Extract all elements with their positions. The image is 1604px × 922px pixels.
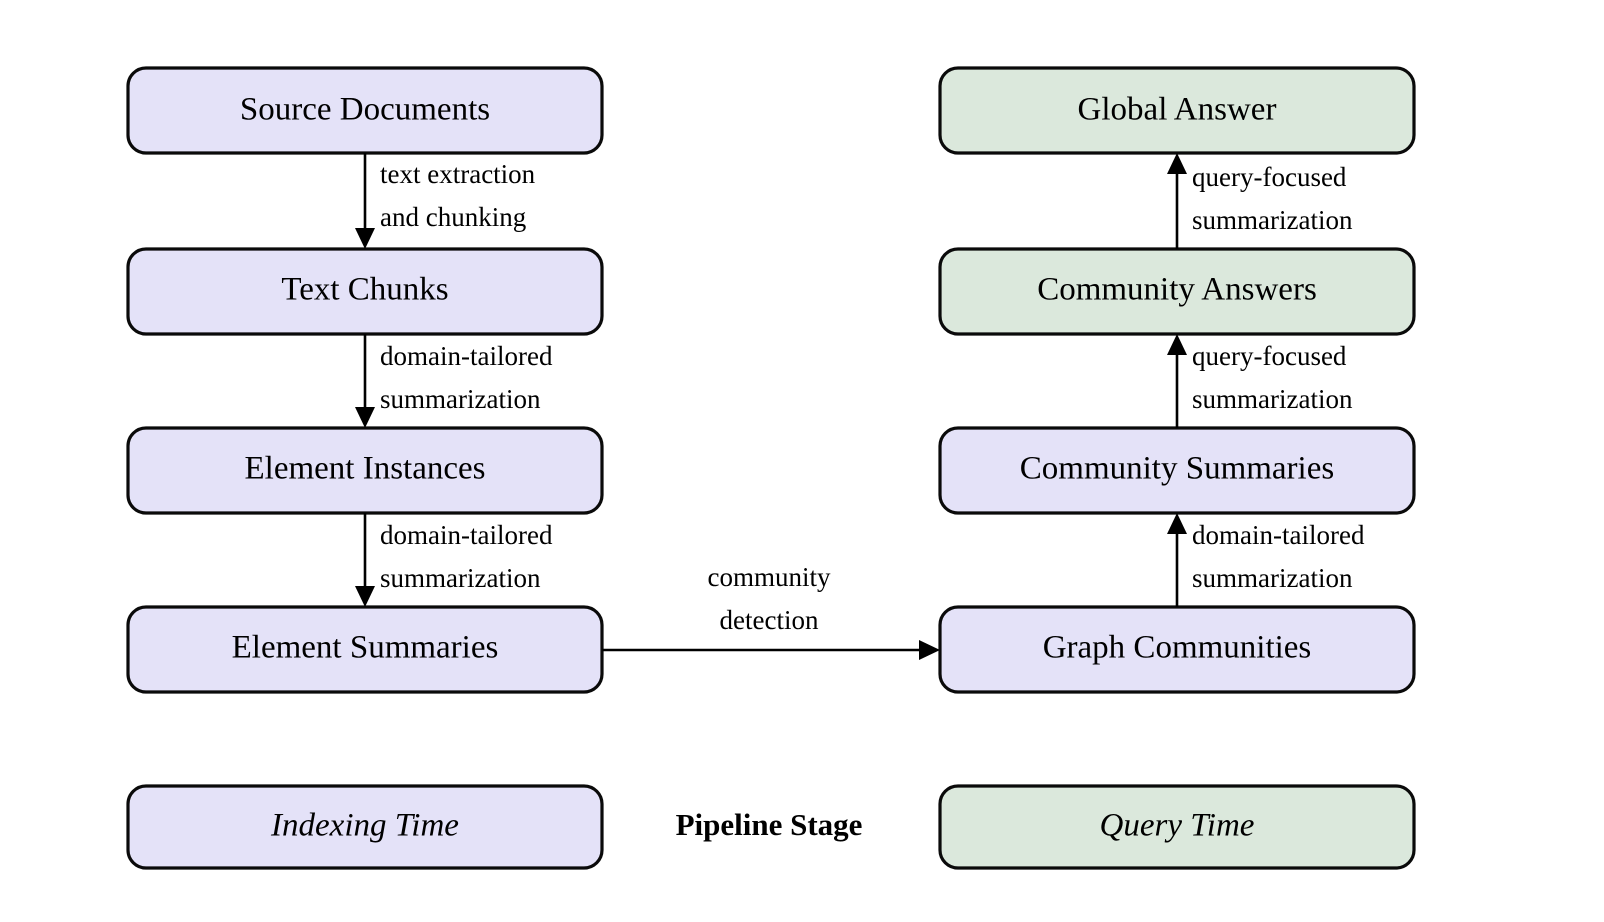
edge-query-summarization-1-label-line1: query-focused [1192, 162, 1347, 192]
edge-domain-summarization-2-label-line1: domain-tailored [380, 520, 553, 550]
edge-domain-summarization-3-label-line1: domain-tailored [1192, 520, 1365, 550]
node-element-summaries-label: Element Summaries [232, 630, 499, 666]
edge-query-summarization-2-label-line1: query-focused [1192, 341, 1347, 371]
edge-query-summarization-2: query-focused summarization [1167, 334, 1353, 428]
edge-query-summarization-1-label-line2: summarization [1192, 205, 1353, 235]
node-community-answers-label: Community Answers [1037, 272, 1317, 308]
edge-text-extraction-label-line2: and chunking [380, 202, 526, 232]
node-graph-communities-label: Graph Communities [1043, 630, 1312, 666]
legend-pipeline-stage-label: Pipeline Stage [676, 807, 863, 842]
edge-community-detection-label-line1: community [708, 562, 831, 592]
edge-query-summarization-2-arrowhead [1167, 334, 1187, 355]
edge-domain-summarization-3-arrowhead [1167, 513, 1187, 534]
legend-indexing-time[interactable]: Indexing Time [126, 784, 604, 870]
edge-community-detection: community detection [602, 562, 940, 660]
legend-query-time-label: Query Time [1100, 808, 1255, 844]
edge-text-extraction: text extraction and chunking [355, 153, 536, 249]
node-global-answer-label: Global Answer [1078, 92, 1277, 128]
node-text-chunks-label: Text Chunks [281, 272, 448, 308]
node-element-summaries[interactable]: Element Summaries [126, 605, 604, 694]
node-element-instances-label: Element Instances [245, 451, 486, 487]
edge-domain-summarization-1: domain-tailored summarization [355, 334, 553, 428]
edge-domain-summarization-1-label-line2: summarization [380, 384, 541, 414]
pipeline-diagram: Source Documents Text Chunks Element Ins… [0, 0, 1604, 922]
node-graph-communities[interactable]: Graph Communities [938, 605, 1416, 694]
pipeline-diagram-canvas: Source Documents Text Chunks Element Ins… [126, 66, 1416, 870]
edge-community-detection-arrowhead [919, 640, 940, 660]
edge-domain-summarization-1-arrowhead [355, 407, 375, 428]
node-community-summaries-label: Community Summaries [1020, 451, 1334, 487]
node-element-instances[interactable]: Element Instances [126, 426, 604, 515]
edge-text-extraction-arrowhead [355, 228, 375, 249]
edge-domain-summarization-2-label-line2: summarization [380, 563, 541, 593]
edge-query-summarization-2-label-line2: summarization [1192, 384, 1353, 414]
node-source-documents[interactable]: Source Documents [126, 66, 604, 155]
edge-query-summarization-1: query-focused summarization [1167, 153, 1353, 249]
edge-domain-summarization-2-arrowhead [355, 586, 375, 607]
edge-community-detection-label-line2: detection [720, 605, 819, 635]
node-text-chunks[interactable]: Text Chunks [126, 247, 604, 336]
node-community-answers[interactable]: Community Answers [938, 247, 1416, 336]
legend-pipeline-stage: Pipeline Stage [676, 807, 863, 842]
edge-domain-summarization-3-label-line2: summarization [1192, 563, 1353, 593]
node-global-answer[interactable]: Global Answer [938, 66, 1416, 155]
edge-domain-summarization-3: domain-tailored summarization [1167, 513, 1365, 607]
edge-domain-summarization-2: domain-tailored summarization [355, 513, 553, 607]
legend-query-time[interactable]: Query Time [938, 784, 1416, 870]
node-source-documents-label: Source Documents [240, 92, 490, 128]
edge-text-extraction-label-line1: text extraction [380, 159, 536, 189]
legend-indexing-time-label: Indexing Time [270, 808, 459, 844]
edge-query-summarization-1-arrowhead [1167, 153, 1187, 174]
edge-domain-summarization-1-label-line1: domain-tailored [380, 341, 553, 371]
node-community-summaries[interactable]: Community Summaries [938, 426, 1416, 515]
